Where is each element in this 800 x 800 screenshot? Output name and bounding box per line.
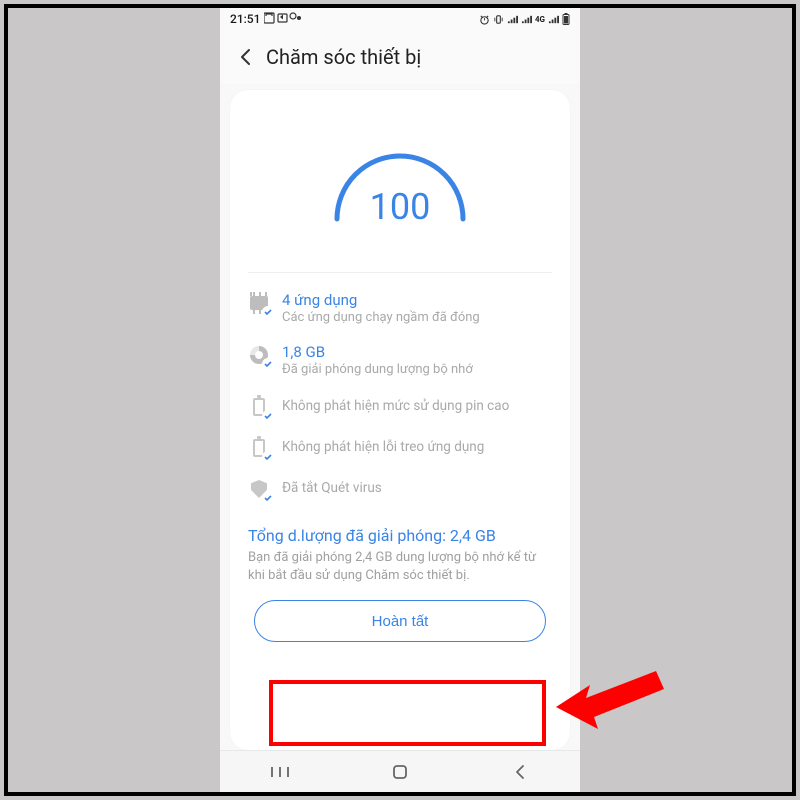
device-screen: 21:51 4G xyxy=(220,8,580,792)
check-icon xyxy=(262,358,274,370)
summary-sub: Bạn đã giải phóng 2,4 GB dung lượng bộ n… xyxy=(248,549,552,584)
signal-icon-2 xyxy=(521,14,532,25)
status-notifs xyxy=(264,12,312,27)
done-button-label: Hoàn tất xyxy=(372,613,429,630)
score-value: 100 xyxy=(315,186,485,228)
virus-text: Đã tắt Quét virus xyxy=(282,477,552,499)
battery-icon xyxy=(562,13,570,25)
network-type: 4G xyxy=(535,15,545,24)
result-item-battery: Không phát hiện mức sử dụng pin cao xyxy=(248,395,552,418)
battery-text: Không phát hiện mức sử dụng pin cao xyxy=(282,395,552,417)
status-bar: 21:51 4G xyxy=(220,8,580,30)
score-gauge: 100 xyxy=(248,108,552,252)
done-button[interactable]: Hoàn tất xyxy=(254,600,546,642)
page-title: Chăm sóc thiết bị xyxy=(266,45,421,69)
check-icon xyxy=(262,306,274,318)
check-icon xyxy=(262,492,274,504)
chip-icon xyxy=(248,292,270,314)
result-item-virus: Đã tắt Quét virus xyxy=(248,477,552,500)
recents-icon xyxy=(270,765,290,779)
result-item-crash: Không phát hiện lỗi treo ứng dụng xyxy=(248,436,552,459)
back-icon xyxy=(512,764,528,780)
vibrate-icon xyxy=(493,14,504,25)
summary-title: Tổng d.lượng đã giải phóng: 2,4 GB xyxy=(248,526,552,545)
recents-button[interactable] xyxy=(260,758,300,786)
battery-usage-icon xyxy=(248,396,270,418)
nav-back-button[interactable] xyxy=(500,758,540,786)
title-bar: Chăm sóc thiết bị xyxy=(220,30,580,84)
storage-icon xyxy=(248,344,270,366)
alarm-icon xyxy=(479,14,490,25)
shield-icon xyxy=(248,478,270,500)
home-icon xyxy=(391,763,409,781)
back-button[interactable] xyxy=(228,39,264,75)
chevron-left-icon xyxy=(236,47,256,67)
home-button[interactable] xyxy=(380,758,420,786)
crash-text: Không phát hiện lỗi treo ứng dụng xyxy=(282,436,552,458)
android-nav-bar xyxy=(220,750,580,792)
status-time: 21:51 xyxy=(230,12,260,26)
apps-sub: Các ứng dụng chạy ngầm đã đóng xyxy=(282,310,552,325)
check-icon xyxy=(262,410,274,422)
signal-icon xyxy=(507,14,518,25)
check-icon xyxy=(262,451,274,463)
result-item-storage: 1,8 GB Đã giải phóng dung lượng bộ nhớ xyxy=(248,343,552,377)
storage-sub: Đã giải phóng dung lượng bộ nhớ xyxy=(282,362,552,377)
signal-icon-3 xyxy=(548,14,559,25)
app-crash-icon xyxy=(248,437,270,459)
storage-title: 1,8 GB xyxy=(282,343,552,361)
result-card: 100 4 ứng dụng Các ứng dụng chạy ngầm đã… xyxy=(230,90,570,750)
